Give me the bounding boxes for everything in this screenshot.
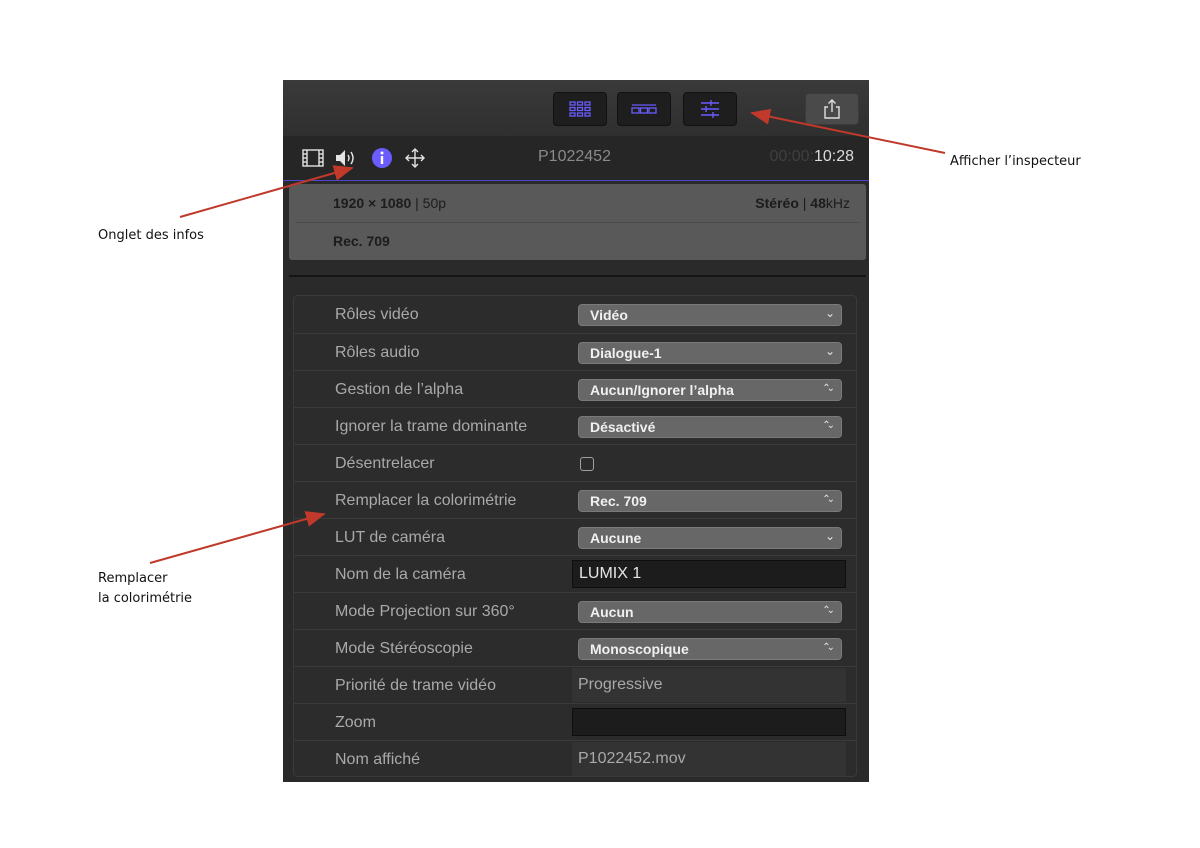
property-popup[interactable]: Monoscopique ⌃⌄ <box>578 638 842 660</box>
property-text-field[interactable]: LUMIX 1 <box>572 560 846 588</box>
property-popup-value: Dialogue-1 <box>590 345 662 361</box>
property-row: Zoom <box>294 703 856 740</box>
info-sample-rate-unit: kHz <box>825 195 850 211</box>
property-popup[interactable]: Vidéo ⌄ <box>578 304 842 326</box>
property-row: Mode Stéréoscopie Monoscopique ⌃⌄ <box>294 629 856 666</box>
tab-video[interactable] <box>302 148 324 168</box>
annotation-info-tab: Onglet des infos <box>98 228 204 243</box>
property-popup-value: Aucun <box>590 604 634 620</box>
property-label: Remplacer la colorimétrie <box>335 492 517 509</box>
property-popup-value: Aucune <box>590 530 642 546</box>
property-row: Remplacer la colorimétrie Rec. 709 ⌃⌄ <box>294 481 856 518</box>
chevron-down-icon: ⌄ <box>824 306 835 320</box>
property-popup-value: Aucun/Ignorer l’alpha <box>590 382 734 398</box>
property-label: Nom affiché <box>335 751 421 768</box>
updown-chevron-icon: ⌃⌄ <box>822 605 835 616</box>
property-row: Rôles vidéo Vidéo ⌄ <box>294 296 856 333</box>
property-popup-value: Désactivé <box>590 419 656 435</box>
inspector-tab-bar: P1022452 00:00:10:28 <box>283 136 869 181</box>
updown-chevron-icon: ⌃⌄ <box>822 494 835 505</box>
annotation-colorimetry-line1: Remplacer <box>98 571 168 586</box>
property-popup-value: Rec. 709 <box>590 493 647 509</box>
chevron-down-icon: ⌄ <box>824 344 835 358</box>
browser-grid-icon <box>569 101 591 117</box>
property-label: Rôles audio <box>335 344 420 361</box>
properties-table: Rôles vidéo Vidéo ⌄ Rôles audio Dialogue-1 ⌄ G… <box>293 295 857 777</box>
property-static-value-box: P1022452.mov <box>572 742 846 776</box>
property-row: Gestion de l’alpha Aucun/Ignorer l’alpha ⌃… <box>294 370 856 407</box>
info-divider <box>295 222 860 223</box>
info-color-space: Rec. 709 <box>333 233 390 249</box>
property-popup-value: Monoscopique <box>590 641 689 657</box>
timecode-bright: 10:28 <box>813 148 854 165</box>
deinterlace-checkbox[interactable] <box>580 457 594 471</box>
annotation-colorimetry-line2: la colorimétrie <box>98 591 193 606</box>
property-row: Mode Projection sur 360° Aucun ⌃⌄ <box>294 592 856 629</box>
inspector-sliders-icon <box>701 100 719 118</box>
clip-name: P1022452 <box>538 148 611 165</box>
transform-tab-icon <box>405 148 425 168</box>
property-field-value: LUMIX 1 <box>579 565 642 582</box>
updown-chevron-icon: ⌃⌄ <box>822 383 835 394</box>
property-static-value: Progressive <box>578 676 663 693</box>
info-audio-channels: Stéréo <box>755 195 799 211</box>
timeline-icon <box>631 104 657 114</box>
audio-tab-icon <box>336 150 354 166</box>
annotation-inspector: Afficher l’inspecteur <box>950 154 1081 169</box>
property-row: LUT de caméra Aucune ⌄ <box>294 518 856 555</box>
property-popup[interactable]: Aucun/Ignorer l’alpha ⌃⌄ <box>578 379 842 401</box>
property-row: Désentrelacer <box>294 444 856 481</box>
info-sample-rate-value: 48 <box>810 195 826 211</box>
tab-info[interactable] <box>371 148 393 168</box>
share-button[interactable] <box>805 93 859 125</box>
property-static-value-box: Progressive <box>572 668 846 702</box>
inspector-button[interactable] <box>683 92 737 126</box>
property-popup[interactable]: Désactivé ⌃⌄ <box>578 416 842 438</box>
property-row: Rôles audio Dialogue-1 ⌄ <box>294 333 856 370</box>
property-row: Nom affiché P1022452.mov <box>294 740 856 777</box>
section-divider <box>289 275 866 277</box>
property-row: Priorité de trame vidéo Progressive <box>294 666 856 703</box>
info-format: 1920 × 1080 | 50p <box>333 195 446 211</box>
info-resolution: 1920 × 1080 <box>333 195 412 211</box>
property-popup[interactable]: Dialogue-1 ⌄ <box>578 342 842 364</box>
tab-transform[interactable] <box>404 148 426 168</box>
property-label: Priorité de trame vidéo <box>335 677 496 694</box>
annotation-colorimetry: Remplacer la colorimétrie <box>98 569 192 609</box>
property-row: Ignorer la trame dominante Désactivé ⌃⌄ <box>294 407 856 444</box>
property-static-value: P1022452.mov <box>578 750 686 767</box>
browser-button[interactable] <box>553 92 607 126</box>
property-label: Gestion de l’alpha <box>335 381 464 398</box>
property-label: Ignorer la trame dominante <box>335 418 528 435</box>
property-label: Rôles vidéo <box>335 306 419 323</box>
chevron-down-icon: ⌄ <box>824 529 835 543</box>
property-text-field[interactable] <box>572 708 846 736</box>
property-label: Zoom <box>335 714 376 731</box>
timecode: 00:00:10:28 <box>769 148 854 166</box>
share-icon <box>824 99 840 119</box>
timecode-dim: 00:00: <box>769 148 814 165</box>
property-popup[interactable]: Aucune ⌄ <box>578 527 842 549</box>
property-label: Mode Projection sur 360° <box>335 603 515 620</box>
tab-audio[interactable] <box>335 148 357 168</box>
property-label: Nom de la caméra <box>335 566 466 583</box>
property-popup[interactable]: Rec. 709 ⌃⌄ <box>578 490 842 512</box>
info-framerate: | 50p <box>415 195 447 211</box>
property-label: Mode Stéréoscopie <box>335 640 473 657</box>
property-row: Nom de la caméra LUMIX 1 <box>294 555 856 592</box>
inspector-panel: P1022452 00:00:10:28 1920 × 1080 | 50p S… <box>283 80 869 782</box>
clip-info-summary: 1920 × 1080 | 50p Stéréo | 48kHz Rec. 70… <box>289 184 866 260</box>
updown-chevron-icon: ⌃⌄ <box>822 420 835 431</box>
property-label: LUT de caméra <box>335 529 445 546</box>
updown-chevron-icon: ⌃⌄ <box>822 642 835 653</box>
property-label: Désentrelacer <box>335 455 435 472</box>
property-popup-value: Vidéo <box>590 307 628 323</box>
video-tab-icon <box>302 149 324 167</box>
info-audio: Stéréo | 48kHz <box>755 195 850 211</box>
timeline-button[interactable] <box>617 92 671 126</box>
info-tab-icon <box>372 148 392 168</box>
toolbar <box>283 80 869 137</box>
property-popup[interactable]: Aucun ⌃⌄ <box>578 601 842 623</box>
